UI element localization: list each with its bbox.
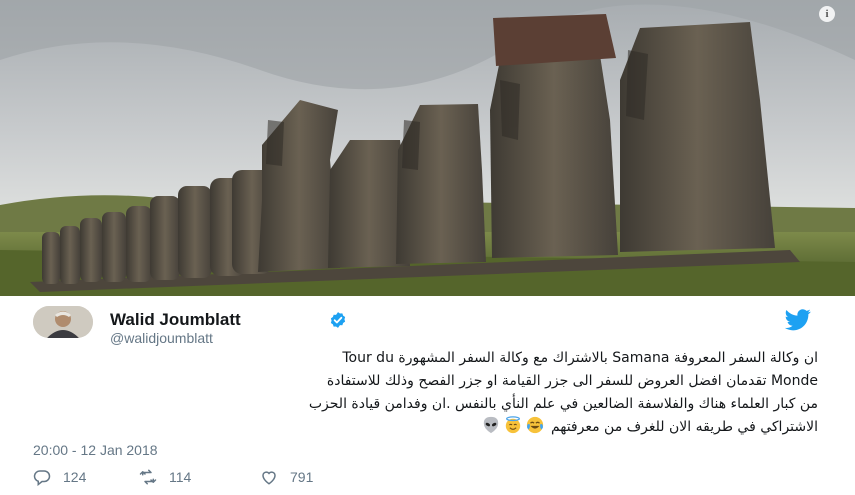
info-icon[interactable]: i bbox=[819, 6, 835, 22]
avatar-photo-icon bbox=[33, 306, 93, 338]
tweet-text-line: ان وكالة السفر المعروفة Samana بالاشتراك… bbox=[342, 350, 818, 366]
like-count: 791 bbox=[290, 469, 314, 485]
reply-count: 124 bbox=[63, 469, 87, 485]
timestamp[interactable]: 20:00 - 12 Jan 2018 bbox=[33, 442, 158, 458]
avatar[interactable] bbox=[33, 306, 93, 338]
twitter-bird-icon[interactable] bbox=[784, 309, 812, 331]
tweet-text-line: Monde تقدمان افضل العروض للسفر الى جزر ا… bbox=[326, 373, 818, 389]
tweet-card: i Walid Joumblatt @walidjoumblatt ان وكا… bbox=[0, 0, 855, 495]
tweet-photo[interactable]: i bbox=[0, 0, 855, 296]
retweet-button[interactable]: 114 bbox=[139, 467, 191, 487]
tweet-text-line: الاشتراكي في طريقه الان للغرف من معرفتهم bbox=[550, 419, 818, 435]
heart-icon bbox=[262, 471, 276, 485]
retweet-count: 114 bbox=[169, 469, 192, 485]
moai-statues-image bbox=[0, 0, 855, 296]
author-name[interactable]: Walid Joumblatt bbox=[110, 310, 241, 330]
retweet-icon bbox=[139, 469, 157, 485]
tweet-text-line: من كبار العلماء هناك والفلاسفة الضالعين … bbox=[308, 396, 818, 412]
verified-badge-icon bbox=[330, 312, 346, 328]
tweet-text: ان وكالة السفر المعروفة Samana بالاشتراك… bbox=[24, 347, 818, 439]
tweet-text-line-last: الاشتراكي في طريقه الان للغرف من معرفتهم bbox=[24, 416, 818, 439]
like-button[interactable]: 791 bbox=[260, 467, 313, 487]
face-with-tears-of-joy-icon bbox=[527, 416, 544, 434]
alien-icon bbox=[484, 416, 499, 434]
reply-icon bbox=[33, 470, 51, 486]
author-handle[interactable]: @walidjoumblatt bbox=[110, 330, 213, 346]
reply-button[interactable]: 124 bbox=[33, 467, 86, 487]
smiling-face-with-halo-icon bbox=[506, 416, 521, 434]
